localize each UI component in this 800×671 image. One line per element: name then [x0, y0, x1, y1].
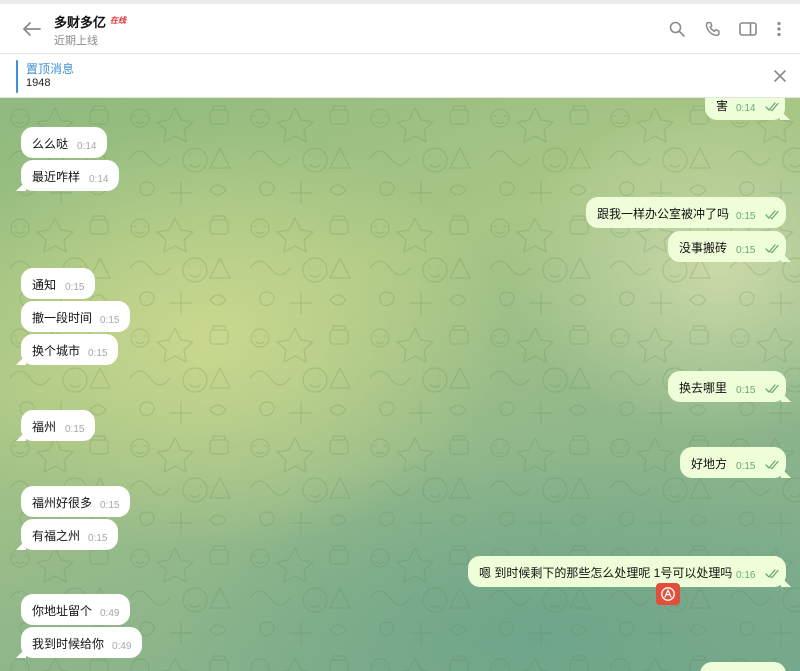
- reaction-emoji-icon: [661, 587, 675, 601]
- message-time: 0:15: [65, 424, 85, 435]
- message-text: 好地方: [691, 457, 728, 471]
- message-bubble-outgoing[interactable]: [700, 662, 786, 671]
- reaction-badge[interactable]: [656, 583, 680, 605]
- message-bubble-incoming[interactable]: 换个城市 0:15: [16, 334, 118, 365]
- message-text: 换去哪里: [679, 381, 728, 395]
- message-bubble-incoming[interactable]: 最近咋样 0:14: [16, 160, 119, 191]
- message-time: 0:15: [88, 348, 108, 359]
- chat-title-text: 多财多亿: [54, 15, 107, 30]
- message-bubble-outgoing[interactable]: 没事搬砖 0:15: [668, 231, 791, 262]
- message-time: 0:14: [89, 174, 109, 185]
- pinned-text: 1948: [26, 77, 51, 89]
- message-time: 0:16: [736, 570, 756, 581]
- chat-header: 多财多亿 在线 近期上线: [0, 4, 800, 54]
- message-time: 0:15: [65, 282, 85, 293]
- message-text: 没事搬砖: [679, 241, 728, 255]
- sidebar-panel-icon[interactable]: [737, 18, 759, 40]
- message-time: 0:15: [100, 315, 120, 326]
- chat-message-area[interactable]: 害 0:14 么么哒 0:14 最近咋样 0:14 跟我一样办公室被冲了吗 0:…: [0, 98, 800, 671]
- message-time: 0:15: [88, 533, 108, 544]
- message-text: 最近咋样: [32, 170, 81, 184]
- message-bubble-outgoing[interactable]: 嗯 到时候剩下的那些怎么处理呢 1号可以处理吗 0:16: [468, 556, 791, 587]
- message-text: 撤一段时间: [32, 311, 93, 325]
- back-arrow-icon[interactable]: [18, 17, 46, 41]
- pinned-indicator: [16, 60, 18, 93]
- message-bubble-outgoing[interactable]: 跟我一样办公室被冲了吗 0:15: [586, 197, 786, 228]
- message-text: 你地址留个: [32, 604, 93, 618]
- message-time: 0:15: [100, 500, 120, 511]
- phone-icon[interactable]: [702, 18, 724, 40]
- message-text: 我到时候给你: [32, 637, 105, 651]
- message-bubble-incoming[interactable]: 你地址留个 0:49: [21, 594, 130, 625]
- message-time: 0:15: [736, 245, 756, 256]
- double-check-icon: [765, 210, 779, 220]
- message-text: 通知: [32, 278, 57, 292]
- search-icon[interactable]: [666, 18, 688, 40]
- message-time: 0:49: [100, 608, 120, 619]
- message-bubble-incoming[interactable]: 通知 0:15: [21, 268, 95, 299]
- message-bubble-incoming[interactable]: 福州好很多 0:15: [21, 486, 130, 517]
- message-time: 0:15: [736, 385, 756, 396]
- message-text: 福州: [32, 420, 57, 434]
- chat-status: 近期上线: [54, 35, 98, 47]
- more-vertical-icon[interactable]: [768, 18, 790, 40]
- pinned-title: 置顶消息: [26, 62, 75, 76]
- chat-title[interactable]: 多财多亿 在线: [54, 12, 126, 31]
- message-bubble-outgoing[interactable]: 换去哪里 0:15: [668, 371, 791, 402]
- double-check-icon: [765, 244, 779, 254]
- message-time: 0:15: [736, 211, 756, 222]
- message-bubble-outgoing[interactable]: 好地方 0:15: [680, 447, 791, 478]
- message-text: 嗯 到时候剩下的那些怎么处理呢 1号可以处理吗: [479, 566, 733, 580]
- double-check-icon: [765, 384, 779, 394]
- message-bubble-incoming[interactable]: 么么哒 0:14: [21, 127, 107, 158]
- message-bubble-incoming[interactable]: 撤一段时间 0:15: [21, 301, 130, 332]
- message-time: 0:14: [77, 141, 97, 152]
- message-time: 0:14: [736, 103, 756, 114]
- message-bubble-incoming[interactable]: 有福之州 0:15: [16, 519, 118, 550]
- message-text: 么么哒: [32, 137, 69, 151]
- message-time: 0:49: [112, 641, 132, 652]
- message-text: 福州好很多: [32, 496, 93, 510]
- double-check-icon: [765, 569, 779, 579]
- message-text: 跟我一样办公室被冲了吗: [597, 207, 730, 221]
- message-text: 害: [716, 99, 729, 113]
- message-bubble-outgoing[interactable]: 害 0:14: [705, 98, 790, 120]
- message-time: 0:15: [736, 461, 756, 472]
- message-bubble-incoming[interactable]: 福州 0:15: [16, 410, 95, 441]
- message-bubble-incoming[interactable]: 我到时候给你 0:49: [16, 627, 142, 658]
- double-check-icon: [765, 460, 779, 470]
- online-badge: 在线: [110, 16, 127, 25]
- pinned-message-bar[interactable]: 置顶消息 1948: [0, 55, 800, 98]
- double-check-icon: [765, 102, 779, 112]
- message-text: 有福之州: [32, 529, 81, 543]
- close-icon[interactable]: [770, 66, 790, 86]
- message-text: 换个城市: [32, 344, 81, 358]
